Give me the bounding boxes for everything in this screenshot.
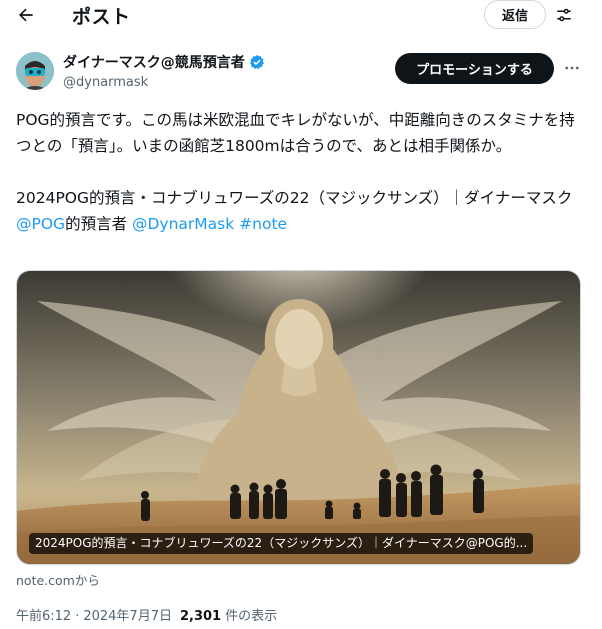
- top-bar: ポスト 返信: [0, 0, 602, 34]
- display-name[interactable]: ダイナーマスク@競馬預言者: [63, 52, 245, 72]
- post-body: POG的預言です。この馬は米欧混血でキレがないが、中距離向きのスタミナを持つとの…: [16, 107, 588, 237]
- verified-badge-icon: [249, 55, 264, 69]
- page-title: ポスト: [72, 6, 131, 28]
- link-card[interactable]: 2024POG的預言・コナブリュワーズの22（マジックサンズ）｜ダイナーマスク@…: [16, 270, 581, 565]
- reply-button[interactable]: 返信: [484, 0, 546, 29]
- more-button[interactable]: [560, 56, 584, 80]
- post-meta: 午前6:12 · 2024年7月7日 2,301 件の表示: [16, 605, 277, 624]
- sliders-icon: [557, 8, 571, 22]
- post-paragraph-1: POG的預言です。この馬は米欧混血でキレがないが、中距離向きのスタミナを持つとの…: [16, 111, 575, 155]
- settings-button[interactable]: [550, 1, 578, 29]
- post-paragraph-2-text: 2024POG的預言・コナブリュワーズの22（マジックサンズ）｜ダイナーマスク: [16, 189, 573, 207]
- hashtag-note-link[interactable]: #note: [239, 215, 287, 233]
- meta-separator: ·: [75, 609, 80, 624]
- card-image: [17, 271, 580, 564]
- card-source[interactable]: note.comから: [16, 570, 100, 589]
- avatar-image: [16, 52, 54, 90]
- avatar[interactable]: [16, 52, 54, 90]
- author-handle[interactable]: @dynarmask: [63, 75, 148, 90]
- back-button[interactable]: [8, 0, 44, 30]
- card-caption: 2024POG的預言・コナブリュワーズの22（マジックサンズ）｜ダイナーマスク@…: [29, 533, 534, 554]
- views-count: 2,301: [179, 609, 222, 624]
- author-row: ダイナーマスク@競馬預言者 @dynarmask プロモーションする: [16, 52, 586, 96]
- mention-pog-link[interactable]: @POG: [16, 215, 65, 233]
- views-label: 件の表示: [225, 609, 278, 624]
- mention-dynarmask-link[interactable]: @DynarMask: [132, 215, 234, 233]
- post-time[interactable]: 午前6:12: [16, 605, 71, 624]
- post-date[interactable]: 2024年7月7日: [83, 605, 172, 624]
- more-horizontal-icon: [565, 66, 579, 70]
- promote-button[interactable]: プロモーションする: [395, 53, 554, 84]
- arrow-left-icon: [19, 8, 33, 22]
- display-name-row: ダイナーマスク@競馬預言者: [63, 52, 265, 72]
- post-paragraph-2-mid: 的預言者: [65, 215, 132, 233]
